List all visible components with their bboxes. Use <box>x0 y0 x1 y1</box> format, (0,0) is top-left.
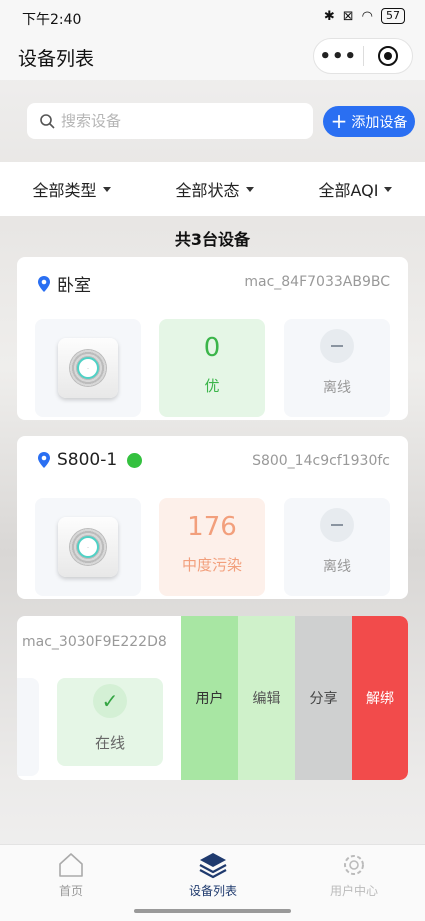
home-icon <box>59 853 83 877</box>
device-card[interactable]: S800-1 S800_14c9cf1930fc · 176 中度污染 离线 <box>17 436 408 599</box>
status-bar: 下午2:40 ✱ ⊠ ◠ 57 <box>0 0 425 34</box>
device-name: 卧室 <box>57 276 91 296</box>
wifi-icon: ◠ <box>361 8 373 24</box>
home-indicator <box>134 909 291 913</box>
search-icon <box>40 114 55 129</box>
edit-action-button[interactable]: 编辑 <box>238 616 295 780</box>
battery-icon: 57 <box>381 8 405 24</box>
tab-device-list[interactable]: 设备列表 <box>158 851 268 899</box>
status-label: 离线 <box>323 380 351 396</box>
title-bar: 设备列表 ••• <box>0 34 425 80</box>
tab-user-center[interactable]: 用户中心 <box>299 851 409 899</box>
check-icon: ✓ <box>93 684 127 718</box>
filter-aqi[interactable]: 全部AQI <box>318 177 393 201</box>
filter-status-label: 全部状态 <box>175 181 240 200</box>
aqi-tile: 0 优 <box>159 319 265 417</box>
location-pin-icon <box>38 452 50 468</box>
device-card[interactable]: 卧室 mac_84F7033AB9BC · 0 优 离线 <box>17 257 408 420</box>
aqi-level: 中度污染 <box>181 556 242 574</box>
layers-icon <box>199 853 227 879</box>
plus-icon: + <box>330 108 348 133</box>
air-purifier-icon: · <box>58 338 118 398</box>
add-device-label: 添加设备 <box>351 114 408 131</box>
caret-down-icon <box>384 186 393 192</box>
filter-status[interactable]: 全部状态 <box>175 177 254 201</box>
filter-aqi-label: 全部AQI <box>318 181 379 200</box>
status-tile: 离线 <box>284 319 390 417</box>
more-icon[interactable]: ••• <box>314 46 363 67</box>
online-indicator <box>127 452 143 468</box>
device-image: · <box>35 319 141 417</box>
aqi-value: 0 <box>203 333 221 363</box>
aqi-tile: 176 中度污染 <box>159 498 265 596</box>
filter-type[interactable]: 全部类型 <box>32 177 111 201</box>
user-action-button[interactable]: 用户 <box>181 616 238 780</box>
status-icons: ✱ ⊠ ◠ 57 <box>324 8 405 24</box>
status-label: 在线 <box>94 734 125 752</box>
filter-type-label: 全部类型 <box>32 181 97 200</box>
tab-device-list-label: 设备列表 <box>188 884 237 898</box>
gear-icon <box>344 855 364 875</box>
aqi-value: 176 <box>187 512 237 542</box>
device-header: 卧室 <box>37 271 91 296</box>
caret-down-icon <box>102 186 111 192</box>
tab-home-label: 首页 <box>58 884 83 898</box>
caret-down-icon <box>245 186 254 192</box>
bluetooth-icon: ✱ <box>323 8 335 24</box>
status-tile: 离线 <box>284 498 390 596</box>
page-title: 设备列表 <box>18 48 95 70</box>
aqi-level: 优 <box>204 377 220 395</box>
device-count: 共3台设备 <box>174 230 251 249</box>
status-tile: ✓ 在线 <box>57 678 163 766</box>
device-header: S800-1 <box>37 450 143 470</box>
status-time: 下午2:40 <box>22 12 82 28</box>
share-action-button[interactable]: 分享 <box>295 616 352 780</box>
search-input[interactable] <box>61 112 291 130</box>
offline-icon <box>320 508 354 542</box>
sim-icon: ⊠ <box>342 8 354 24</box>
device-mac: mac_3030F9E222D8 <box>22 634 167 650</box>
device-name: S800-1 <box>57 450 118 470</box>
search-box[interactable] <box>27 103 313 139</box>
location-pin-icon <box>38 275 50 292</box>
device-image <box>17 678 39 776</box>
device-image: · <box>35 498 141 596</box>
air-purifier-icon: · <box>58 517 118 577</box>
filter-bar: 全部类型 全部状态 全部AQI <box>0 162 425 216</box>
mini-program-capsule: ••• <box>313 38 413 74</box>
swiped-device-card[interactable]: mac_3030F9E222D8 ✓ 在线 用户 编辑 分享 解绑 <box>17 616 408 780</box>
add-device-button[interactable]: + 添加设备 <box>323 106 415 137</box>
offline-icon <box>320 329 354 363</box>
device-mac: mac_84F7033AB9BC <box>244 274 390 290</box>
close-miniprogram-button[interactable] <box>364 46 413 66</box>
tab-user-center-label: 用户中心 <box>329 884 378 898</box>
unbind-action-button[interactable]: 解绑 <box>352 616 408 780</box>
device-mac: S800_14c9cf1930fc <box>252 453 390 469</box>
status-label: 离线 <box>323 559 351 575</box>
target-icon <box>377 46 398 66</box>
tab-home[interactable]: 首页 <box>16 851 126 899</box>
